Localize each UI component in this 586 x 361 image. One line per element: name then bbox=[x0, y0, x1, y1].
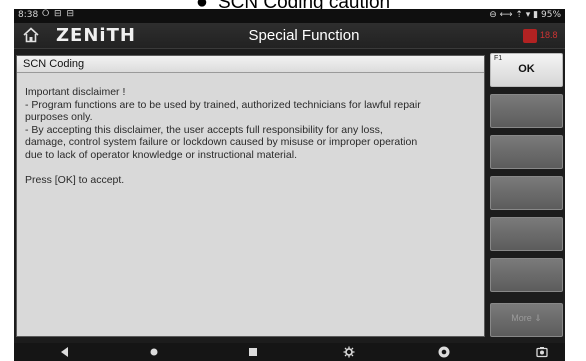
settings-icon[interactable] bbox=[342, 346, 356, 358]
fkey-label: OK bbox=[518, 63, 535, 75]
accept-instruction: Press [OK] to accept. bbox=[25, 173, 125, 186]
recents-icon[interactable] bbox=[246, 346, 260, 358]
disclaimer-line: Important disclaimer ! bbox=[25, 86, 126, 98]
disclaimer-line: - By accepting this disclaimer, the user… bbox=[25, 123, 383, 136]
page-title: Special Function bbox=[248, 27, 360, 44]
function-key-6[interactable] bbox=[490, 258, 563, 292]
disclaimer-dialog: SCN Coding Important disclaimer ! - Prog… bbox=[16, 55, 485, 337]
header-indicator-text: 18.8 bbox=[540, 30, 558, 40]
vci-icon bbox=[523, 29, 537, 43]
chrome-icon[interactable] bbox=[437, 346, 451, 358]
disclaimer-line: purposes only. bbox=[25, 111, 93, 123]
app-header: ZENiTH Special Function 18.8 bbox=[14, 23, 565, 49]
back-icon[interactable] bbox=[58, 346, 72, 358]
more-label: More ⇓ bbox=[511, 313, 542, 323]
status-notification-icons: ⭘ ⊟ ⊟ bbox=[42, 9, 76, 19]
more-button[interactable]: More ⇓ bbox=[490, 303, 563, 337]
disclaimer-line: damage, control system failure or lockdo… bbox=[25, 136, 418, 148]
function-key-3[interactable] bbox=[490, 135, 563, 169]
screenshot-icon[interactable] bbox=[535, 346, 549, 358]
android-nav-bar bbox=[14, 343, 565, 361]
status-battery: ⊖ ⟷ ⇡ ▾ ▮ 95% bbox=[489, 10, 561, 20]
function-key-4[interactable] bbox=[490, 176, 563, 210]
status-time: 8:38 bbox=[18, 10, 39, 20]
device-screen: 8:38 ⭘ ⊟ ⊟ ⊖ ⟷ ⇡ ▾ ▮ 95% ZENiTH Special … bbox=[14, 9, 565, 361]
header-indicator: 18.8 bbox=[523, 29, 559, 43]
function-key-column: F1 OK More ⇓ bbox=[490, 53, 563, 337]
function-key-5[interactable] bbox=[490, 217, 563, 251]
disclaimer-line: - Program functions are to be used by tr… bbox=[25, 98, 421, 111]
dialog-body: Important disclaimer ! - Program functio… bbox=[25, 86, 480, 186]
disclaimer-line: due to lack of operator knowledge or ins… bbox=[25, 148, 297, 161]
nav-home-icon[interactable] bbox=[147, 346, 161, 358]
fkey-number: F1 bbox=[494, 55, 503, 62]
figure-caption: ● SCN Coding caution bbox=[0, 0, 586, 13]
ok-button[interactable]: F1 OK bbox=[490, 53, 563, 87]
home-icon[interactable] bbox=[22, 26, 40, 44]
status-bar: 8:38 ⭘ ⊟ ⊟ ⊖ ⟷ ⇡ ▾ ▮ 95% bbox=[14, 9, 565, 23]
function-key-2[interactable] bbox=[490, 94, 563, 128]
dialog-title: SCN Coding bbox=[17, 56, 484, 73]
zenith-logo: ZENiTH bbox=[56, 25, 136, 46]
